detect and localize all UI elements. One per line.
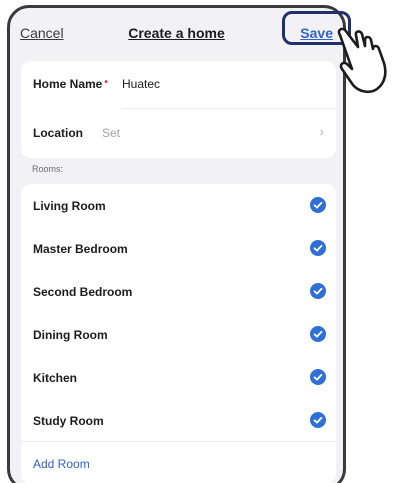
room-label: Study Room <box>33 414 104 428</box>
home-name-input[interactable]: Huatec <box>122 77 160 91</box>
location-value: Set <box>102 126 121 140</box>
checkmark-circle-icon[interactable] <box>310 283 326 299</box>
location-label: Location <box>33 126 83 140</box>
hand-pointer-icon <box>337 27 387 94</box>
checkmark-circle-icon[interactable] <box>310 240 326 256</box>
room-row[interactable]: Dining Room <box>21 313 336 356</box>
room-row[interactable]: Second Bedroom <box>21 270 336 313</box>
phone-frame: Cancel Create a home Save Home Name • Hua… <box>7 5 346 483</box>
home-name-row[interactable]: Home Name • Huatec <box>21 61 336 104</box>
checkmark-circle-icon[interactable] <box>310 326 326 342</box>
room-label: Master Bedroom <box>33 242 128 256</box>
row-divider <box>122 108 336 109</box>
rooms-divider <box>21 441 336 442</box>
checkmark-circle-icon[interactable] <box>310 197 326 213</box>
room-row[interactable]: Kitchen <box>21 356 336 399</box>
home-details-card: Home Name • Huatec Location Set › <box>21 61 336 158</box>
room-row[interactable]: Master Bedroom <box>21 227 336 270</box>
room-row[interactable]: Study Room <box>21 399 336 442</box>
room-row[interactable]: Living Room <box>21 184 336 227</box>
room-label: Second Bedroom <box>33 285 133 299</box>
room-label: Living Room <box>33 199 106 213</box>
checkmark-circle-icon[interactable] <box>310 369 326 385</box>
home-name-label: Home Name • <box>33 77 108 91</box>
rooms-card: Living Room Master Bedroom Second Bedroo… <box>21 184 336 483</box>
room-label: Dining Room <box>33 328 108 342</box>
chevron-right-icon: › <box>319 124 324 139</box>
add-room-button[interactable]: Add Room <box>33 457 90 471</box>
room-label: Kitchen <box>33 371 78 385</box>
required-marker: • <box>104 77 108 88</box>
location-row[interactable]: Location Set › <box>21 111 336 154</box>
checkmark-circle-icon[interactable] <box>310 412 326 428</box>
rooms-section-label: Rooms: <box>32 164 64 174</box>
